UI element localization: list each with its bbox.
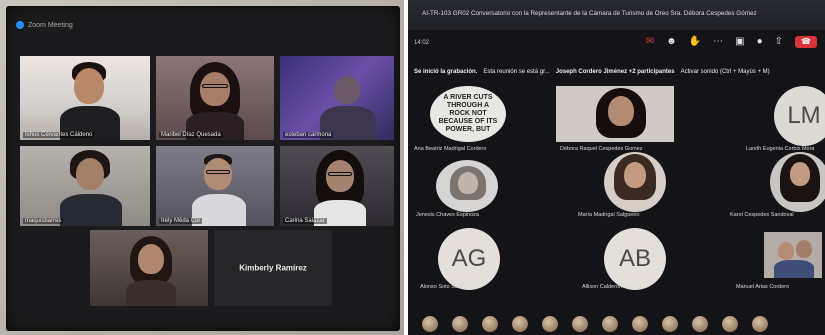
teams-name-row: Allison Calderón Benitez <box>580 280 690 290</box>
avatar[interactable] <box>542 316 558 332</box>
participant-name: Maribel Díaz Quesada <box>159 132 223 138</box>
quote-image: A RIVER CUTS THROUGH A ROCK NOT BECAUSE … <box>438 94 498 133</box>
avatar[interactable] <box>512 316 528 332</box>
participant-name: Jenesis Chaves Espinoza <box>416 212 479 218</box>
avatar[interactable] <box>602 316 618 332</box>
participant-name-kimberly: Kimberly Ramírez <box>239 263 307 273</box>
teams-name-row: María Madrigal Salgueiro <box>576 208 686 218</box>
participant-video <box>192 154 246 226</box>
teams-name-row: Jenesis Chaves Espinoza <box>414 208 524 218</box>
participant-name: Karol Cespedes Sandoval <box>730 212 794 218</box>
hangup-icon[interactable]: ☎ <box>795 36 817 48</box>
zoom-tile-6[interactable]: Carina Salazar <box>280 146 394 226</box>
unmute-hint[interactable]: Activar sonido (Ctrl + Mayús + M) <box>681 69 770 75</box>
monitor-screen: Zoom Meeting Ishus Cervantes Cáldeno Mar… <box>6 6 400 331</box>
avatar[interactable] <box>722 316 738 332</box>
avatar-initials: LM <box>787 102 821 129</box>
teams-name-row: Débora Raquel Cespedes Gomez <box>558 142 678 152</box>
teams-name-row: Alonso Soto Sanabria <box>418 280 528 290</box>
participant-tray <box>408 313 825 335</box>
teams-tile-9[interactable] <box>764 232 822 278</box>
teams-tile-2[interactable] <box>556 86 674 142</box>
participant-name: Débora Raquel Cespedes Gomez <box>560 146 643 152</box>
teams-tile-3[interactable]: LM <box>774 86 825 146</box>
avatar[interactable] <box>752 316 768 332</box>
recording-started: Se inició la grabación. <box>414 69 478 75</box>
participant-name: Ana Beatriz Madrigal Cordero <box>414 146 487 152</box>
zoom-tile-4[interactable]: maquisbarres <box>20 146 150 226</box>
participant-video <box>320 72 376 140</box>
zoom-tile-5[interactable]: Irely Mèda Cor <box>156 146 274 226</box>
participant-name: Manuel Arias Cordero <box>736 284 790 290</box>
zoom-window-title: Zoom Meeting <box>28 21 73 29</box>
participant-name: Carina Salazar <box>283 218 327 224</box>
participant-photo <box>780 154 820 210</box>
participant-photo <box>774 236 814 278</box>
participant-video <box>596 88 646 142</box>
people-icon[interactable]: ☻ <box>666 37 677 47</box>
zoom-tile-7[interactable] <box>90 230 208 306</box>
zoom-tile-8[interactable]: Kimberly Ramírez <box>214 230 332 306</box>
presenter-label: Joseph Cordero Jiménez +2 participantes <box>555 69 675 75</box>
participant-photo <box>614 154 656 210</box>
teams-tile-5[interactable] <box>604 152 666 212</box>
avatar-initials: AB <box>618 245 651 272</box>
meeting-timer: 14:02 <box>414 40 430 46</box>
zoom-photo: Zoom Meeting Ishus Cervantes Cáldeno Mar… <box>0 0 404 335</box>
avatar[interactable] <box>572 316 588 332</box>
participant-video <box>60 150 122 226</box>
participant-name: Landh Eugenia Corbix Mora <box>746 146 815 152</box>
teams-tile-1[interactable]: A RIVER CUTS THROUGH A ROCK NOT BECAUSE … <box>430 86 506 142</box>
teams-tile-4[interactable] <box>436 160 498 212</box>
zoom-logo-icon <box>16 21 24 29</box>
teams-name-row: Karol Cespedes Sandoval <box>728 208 825 218</box>
recording-notice: Se inició la grabación. Esta reunión se … <box>408 64 825 80</box>
teams-name-row: Ana Beatriz Madrigal Cordero <box>412 142 532 152</box>
participant-name: Alonso Soto Sanabria <box>420 284 474 290</box>
zoom-title-bar: Zoom Meeting <box>14 18 394 32</box>
zoom-tile-1[interactable]: Ishus Cervantes Cáldeno <box>20 56 150 140</box>
teams-name-row: Landh Eugenia Corbix Mora <box>744 142 824 152</box>
participant-name: maquisbarres <box>23 218 64 224</box>
participant-name: Irely Mèda Cor <box>159 218 203 224</box>
participant-video <box>184 62 246 140</box>
avatar[interactable] <box>662 316 678 332</box>
teams-tile-6[interactable] <box>770 152 825 212</box>
avatar[interactable] <box>482 316 498 332</box>
meeting-title: AI-TR-103 GR02 Conversatorio con la Repr… <box>422 10 757 17</box>
teams-name-row: Manuel Arias Cordero <box>734 280 825 290</box>
avatar[interactable] <box>632 316 648 332</box>
participant-photo <box>450 166 486 212</box>
teams-title-bar: AI-TR-103 GR02 Conversatorio con la Repr… <box>408 0 825 30</box>
participant-name: esteban carmona <box>283 132 334 138</box>
zoom-tile-3[interactable]: esteban carmona <box>280 56 394 140</box>
participant-video <box>126 236 176 306</box>
participant-video <box>310 150 370 226</box>
participant-video <box>60 62 120 140</box>
share-icon[interactable]: ⇧ <box>775 37 783 47</box>
mic-icon[interactable]: ● <box>757 37 763 47</box>
participant-name: Allison Calderón Benitez <box>582 284 642 290</box>
avatar[interactable] <box>452 316 468 332</box>
raise-hand-icon[interactable]: ✋ <box>689 37 701 47</box>
avatar[interactable] <box>422 316 438 332</box>
participant-name: María Madrigal Salgueiro <box>578 212 640 218</box>
chat-icon[interactable]: ✉ <box>646 37 654 47</box>
zoom-tile-2[interactable]: Maribel Díaz Quesada <box>156 56 274 140</box>
participant-name: Ishus Cervantes Cáldeno <box>23 132 95 138</box>
avatar-initials: AG <box>451 245 487 272</box>
more-icon[interactable]: ⋯ <box>713 37 723 47</box>
meeting-toolbar: ✉ ☻ ✋ ⋯ ▣ ● ⇧ ☎ <box>646 36 817 48</box>
recording-detail: Esta reunión se está gr... <box>483 69 550 75</box>
camera-icon[interactable]: ▣ <box>735 37 744 47</box>
teams-photo: AI-TR-103 GR02 Conversatorio con la Repr… <box>408 0 825 335</box>
avatar[interactable] <box>692 316 708 332</box>
